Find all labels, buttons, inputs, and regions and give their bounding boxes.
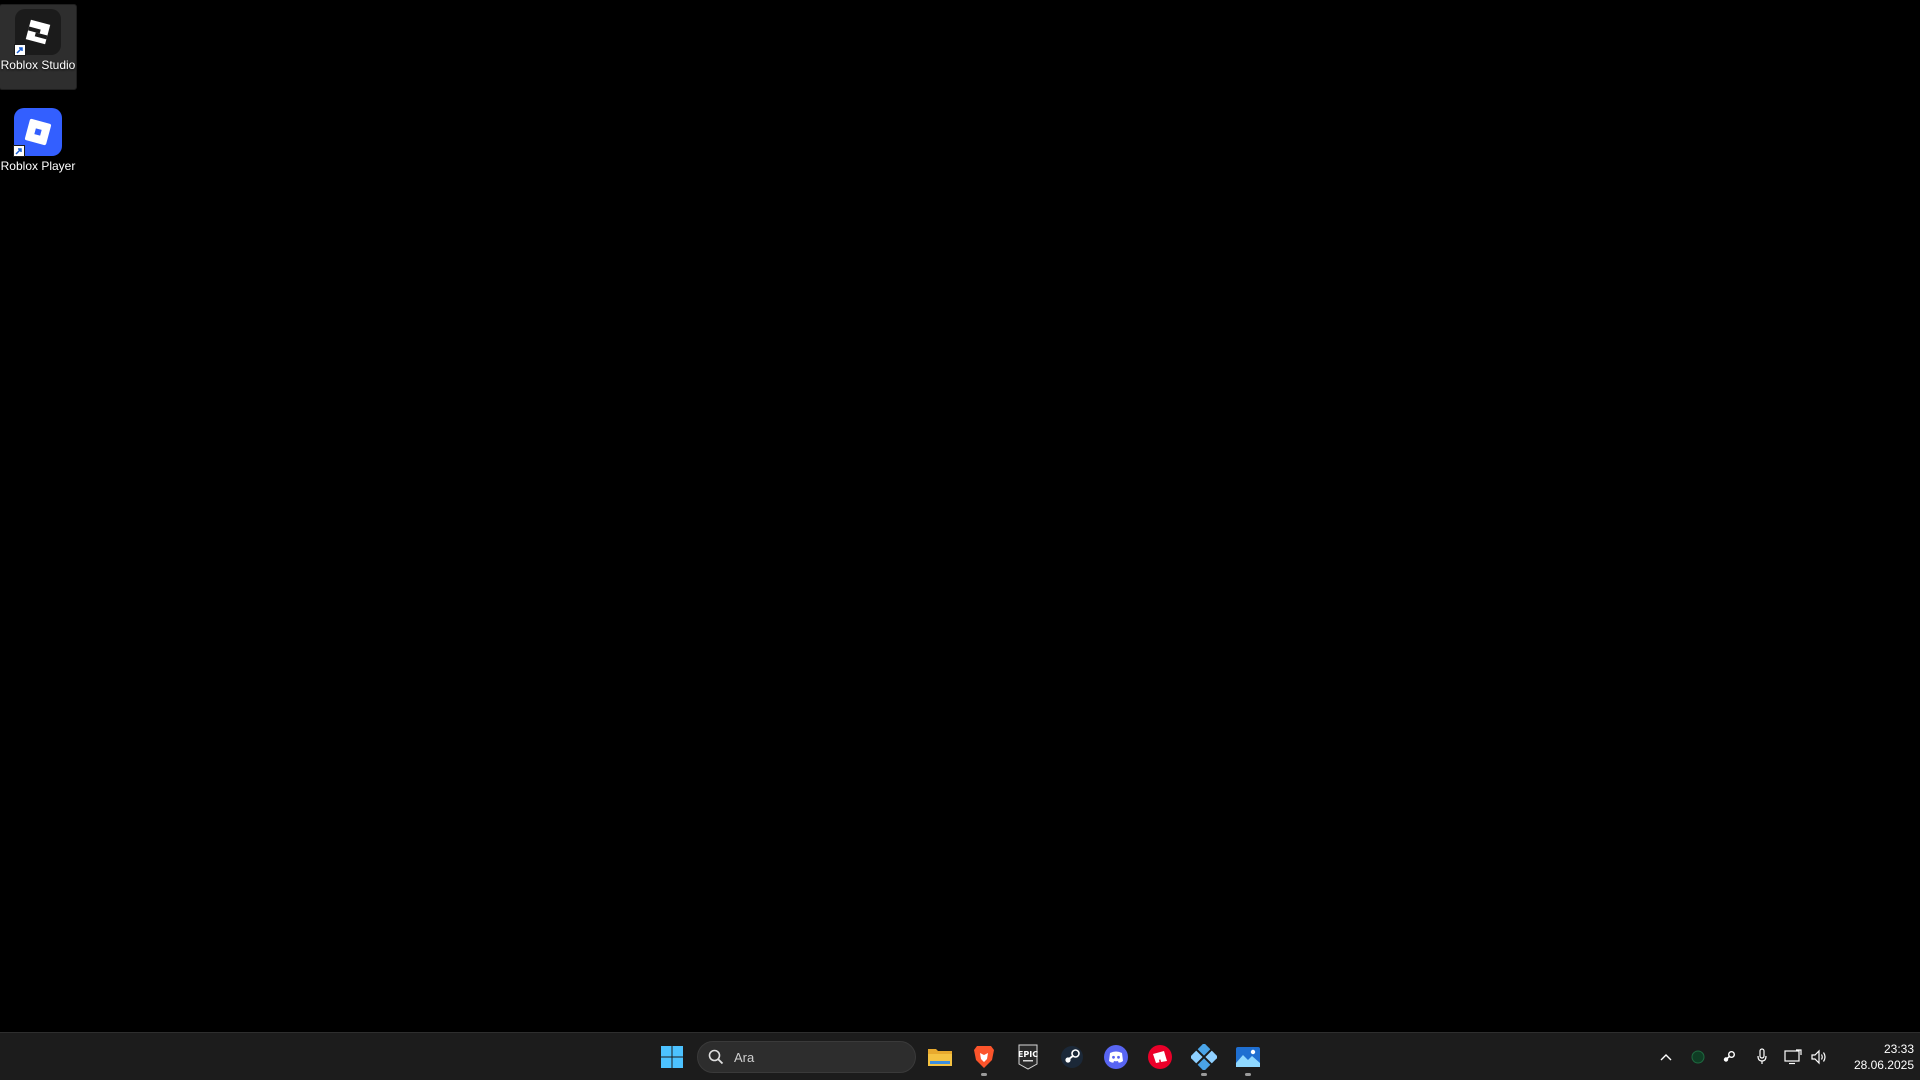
taskbar-brave[interactable] [964, 1037, 1004, 1077]
taskbar-photos[interactable] [1228, 1037, 1268, 1077]
system-clock[interactable]: 23:33 28.06.2025 [1832, 1041, 1914, 1073]
roblox-player-icon [13, 108, 62, 157]
search-box[interactable]: Ara [697, 1041, 916, 1073]
shortcut-arrow-icon [13, 145, 25, 157]
show-hidden-icons-button[interactable] [1653, 1043, 1679, 1071]
taskbar-file-explorer[interactable] [920, 1037, 960, 1077]
epic-games-icon: EPIC [1018, 1044, 1038, 1070]
riot-icon [1148, 1045, 1172, 1069]
discord-icon [1104, 1045, 1128, 1069]
folder-icon [928, 1049, 952, 1066]
taskbar: Ara EPIC 23:33 28.06.2025 [0, 1032, 1920, 1080]
clock-time: 23:33 [1883, 1042, 1914, 1056]
clock-date: 28.06.2025 [1853, 1058, 1914, 1072]
desktop-icon-label: Roblox Player [0, 159, 76, 173]
svg-text:EPIC: EPIC [1018, 1050, 1038, 1059]
microphone-icon [1757, 1048, 1767, 1064]
desktop-icon-roblox-player[interactable]: Roblox Player [0, 104, 76, 180]
roblox-studio-icon [1191, 1044, 1217, 1070]
tray-volume[interactable] [1806, 1043, 1832, 1071]
status-dot-icon [1691, 1050, 1705, 1064]
tray-status-app[interactable] [1685, 1043, 1711, 1071]
image-icon [1236, 1047, 1260, 1067]
taskbar-epic-games[interactable]: EPIC [1008, 1037, 1048, 1077]
running-indicator [1201, 1073, 1207, 1076]
taskbar-riot-client[interactable] [1140, 1037, 1180, 1077]
desktop-icon-label: Roblox Studio [0, 58, 76, 72]
desktop: Roblox Studio Roblox Player [0, 0, 1920, 1032]
tray-network[interactable] [1780, 1043, 1806, 1071]
running-indicator [1245, 1073, 1251, 1076]
roblox-studio-icon [14, 9, 61, 56]
windows-logo-icon [661, 1046, 683, 1068]
tray-steam[interactable] [1716, 1043, 1742, 1071]
network-icon [1784, 1049, 1802, 1065]
running-indicator [981, 1073, 987, 1076]
steam-tray-icon [1723, 1051, 1735, 1062]
desktop-icon-roblox-studio[interactable]: Roblox Studio [0, 4, 77, 90]
taskbar-steam[interactable] [1052, 1037, 1092, 1077]
start-button[interactable] [652, 1037, 692, 1077]
shortcut-arrow-icon [14, 44, 26, 56]
chevron-up-icon [1660, 1054, 1672, 1061]
taskbar-roblox-studio[interactable] [1184, 1037, 1224, 1077]
search-placeholder: Ara [734, 1049, 755, 1065]
tray-microphone[interactable] [1749, 1043, 1775, 1071]
search-icon [708, 1049, 724, 1065]
taskbar-discord[interactable] [1096, 1037, 1136, 1077]
volume-icon [1811, 1049, 1826, 1065]
brave-lion-icon [974, 1046, 994, 1068]
steam-icon [1061, 1046, 1083, 1068]
